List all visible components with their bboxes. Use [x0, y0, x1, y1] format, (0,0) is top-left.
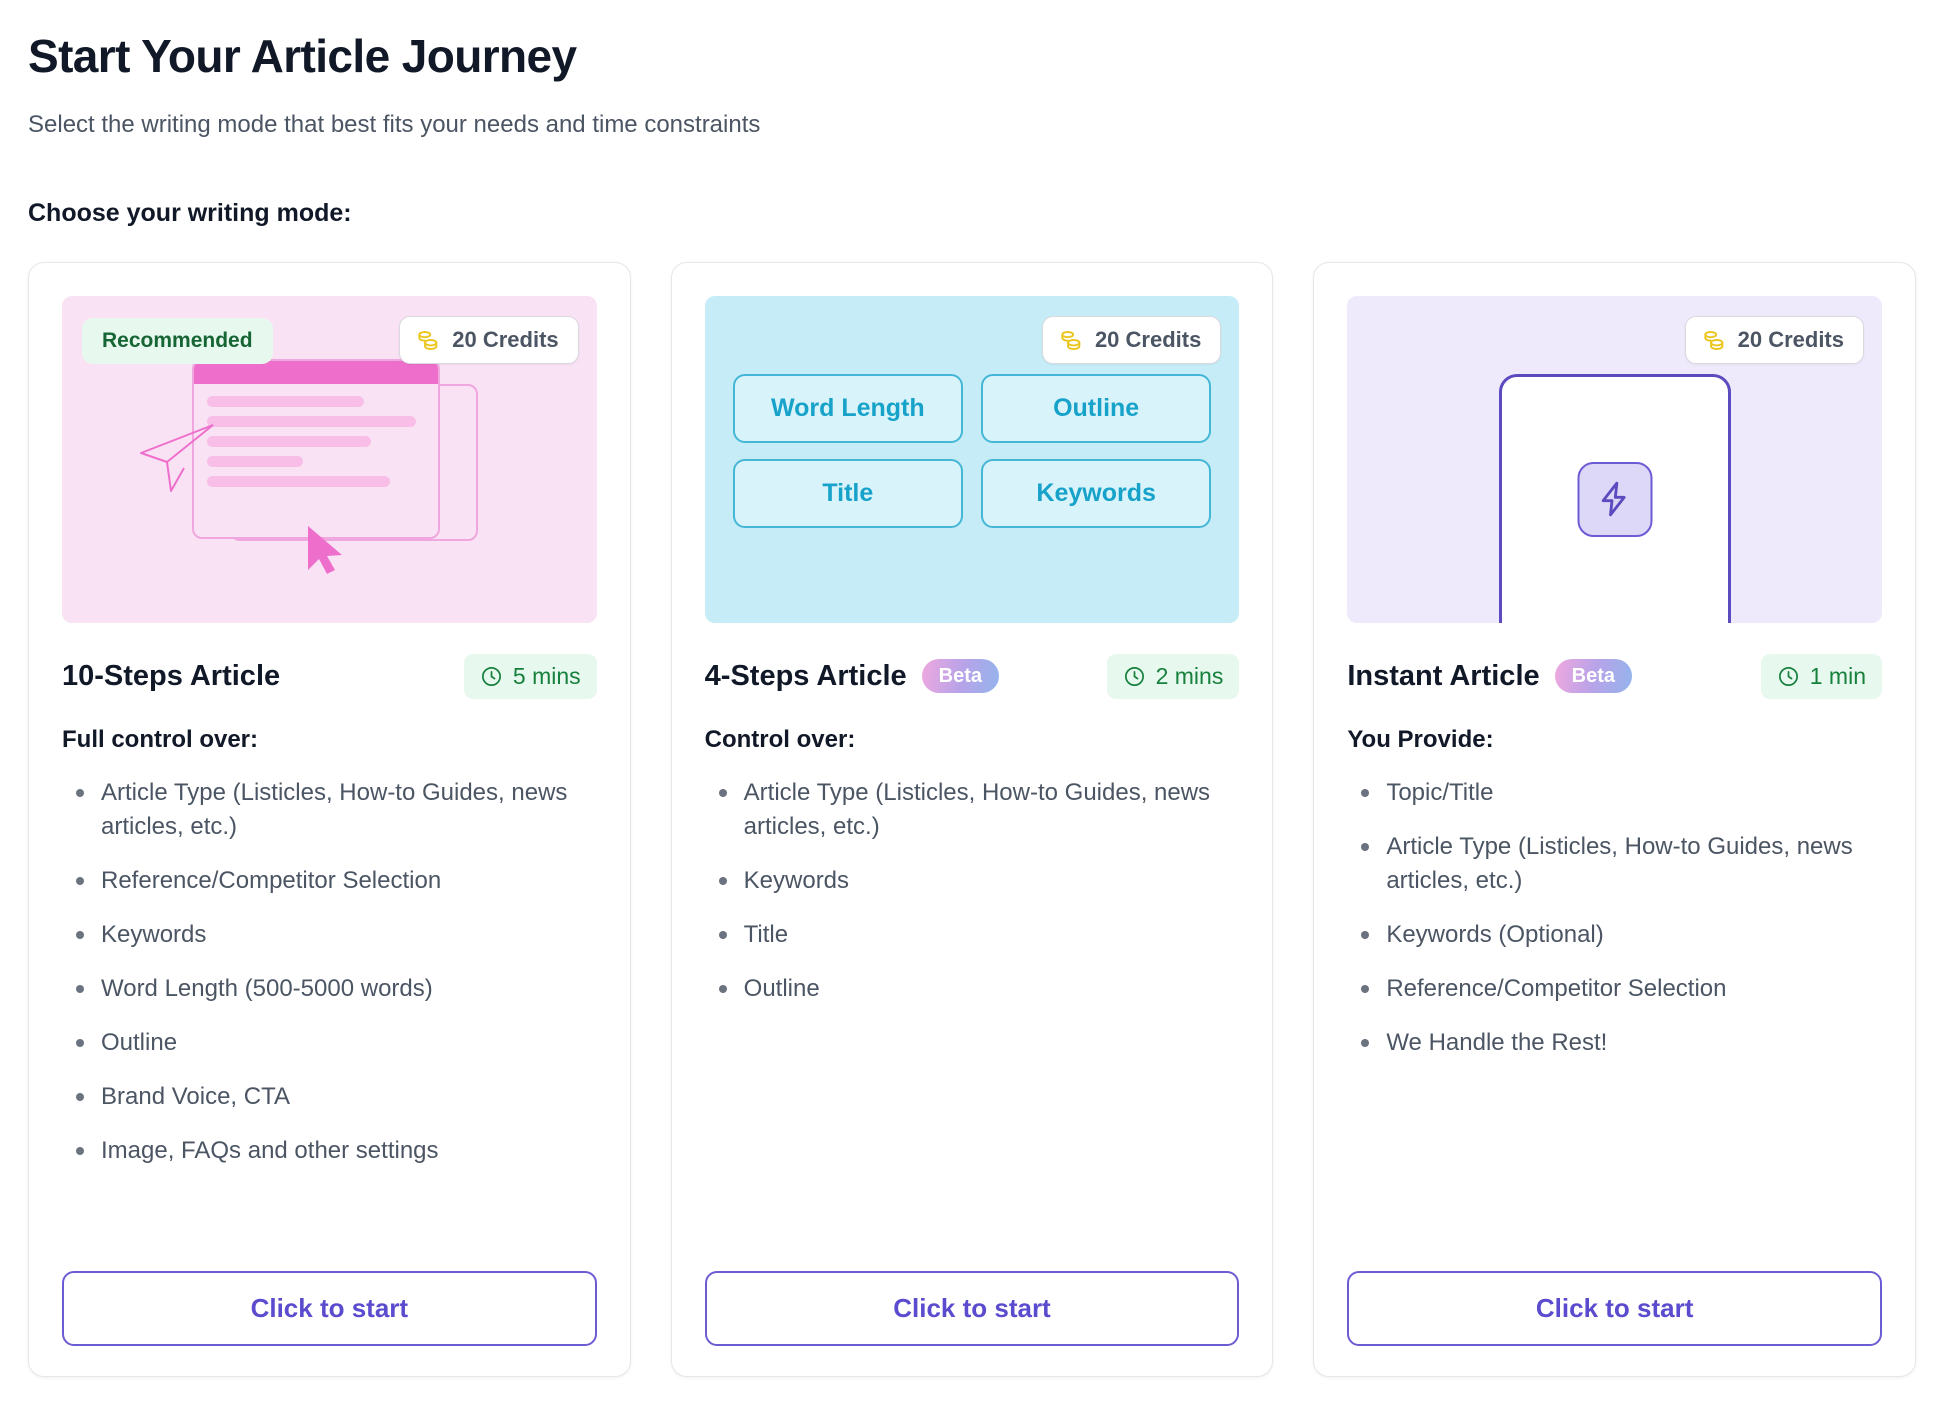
credits-badge: 20 Credits [399, 315, 579, 364]
credits-badge: 20 Credits [1684, 315, 1864, 364]
list-item: Reference/Competitor Selection [62, 864, 597, 898]
recommended-badge: Recommended [82, 317, 273, 364]
list-item: Word Length (500-5000 words) [62, 972, 597, 1006]
list-item: Outline [62, 1026, 597, 1060]
coins-icon [418, 330, 438, 350]
credits-badge: 20 Credits [1041, 315, 1222, 364]
time-badge: 5 mins [463, 653, 597, 699]
beta-badge: Beta [921, 659, 1000, 694]
click-to-start-button[interactable]: Click to start [704, 1270, 1240, 1346]
page-subtitle: Select the writing mode that best fits y… [28, 110, 761, 138]
list-item: Brand Voice, CTA [62, 1080, 597, 1114]
feature-list: Article Type (Listicles, How-to Guides, … [62, 776, 597, 1245]
chip-word-length: Word Length [732, 373, 963, 443]
option-chips-illustration: 20 Credits Word Length Outline Title Key… [704, 295, 1240, 623]
section-label: Choose your writing mode: [28, 198, 352, 227]
chip-title: Title [732, 458, 963, 528]
clock-icon [481, 666, 501, 686]
credits-label: 20 Credits [1094, 326, 1202, 352]
instant-bolt-illustration: 20 Credits [1347, 295, 1882, 623]
mode-card-instant[interactable]: 20 Credits Instant Article Beta 1 min Yo… [1313, 261, 1916, 1377]
time-badge: 2 mins [1106, 653, 1240, 699]
phone-frame [1498, 373, 1731, 623]
list-item: Article Type (Listicles, How-to Guides, … [705, 776, 1240, 844]
mode-card-grid: Recommended 20 Credits 10-Steps Article … [28, 261, 1916, 1377]
writing-mode-selection-page: Start Your Article Journey Select the wr… [0, 0, 1944, 1377]
chip-keywords: Keywords [980, 458, 1212, 528]
credits-label: 20 Credits [452, 326, 559, 352]
lightning-bolt-icon [1601, 482, 1626, 517]
click-to-start-button[interactable]: Click to start [62, 1270, 597, 1346]
coins-icon [1703, 330, 1723, 350]
list-item: Article Type (Listicles, How-to Guides, … [1347, 830, 1882, 898]
list-item: Image, FAQs and other settings [62, 1134, 597, 1168]
list-item: We Handle the Rest! [1347, 1026, 1882, 1060]
cursor-arrow-icon [308, 525, 342, 574]
time-label: 2 mins [1155, 662, 1224, 689]
feature-list: Topic/Title Article Type (Listicles, How… [1347, 776, 1882, 1245]
card-title-row: 4-Steps Article Beta 2 mins [704, 653, 1240, 699]
option-chip-group: Word Length Outline Title Keywords [732, 373, 1212, 528]
list-item: Keywords [62, 918, 597, 952]
time-label: 1 min [1809, 662, 1866, 689]
list-item: Topic/Title [1347, 776, 1882, 810]
credits-label: 20 Credits [1737, 326, 1844, 352]
card-title: 10-Steps Article [62, 659, 281, 692]
list-item: Title [705, 918, 1240, 952]
bolt-tile [1577, 461, 1653, 537]
mode-card-4-steps[interactable]: 20 Credits Word Length Outline Title Key… [670, 261, 1274, 1377]
card-title-row: Instant Article Beta 1 min [1347, 653, 1882, 699]
paper-plane-icon [140, 423, 214, 492]
card-sub-label: You Provide: [1347, 725, 1494, 753]
list-item: Reference/Competitor Selection [1347, 972, 1882, 1006]
chip-outline: Outline [980, 373, 1212, 443]
coins-icon [1061, 330, 1081, 350]
document-header-bar [194, 360, 438, 384]
document-front-sheet [192, 358, 440, 539]
feature-list: Article Type (Listicles, How-to Guides, … [705, 776, 1240, 1245]
card-sub-label: Control over: [704, 725, 856, 753]
document-editor-illustration: Recommended 20 Credits [62, 295, 597, 623]
list-item: Article Type (Listicles, How-to Guides, … [62, 776, 597, 844]
time-label: 5 mins [512, 662, 581, 689]
card-title-row: 10-Steps Article 5 mins [62, 653, 597, 699]
clock-icon [1778, 666, 1798, 686]
mode-card-10-steps[interactable]: Recommended 20 Credits 10-Steps Article … [28, 261, 631, 1377]
card-title: 4-Steps Article [704, 659, 907, 692]
beta-badge: Beta [1554, 659, 1632, 694]
list-item: Keywords [705, 864, 1240, 898]
click-to-start-button[interactable]: Click to start [1347, 1270, 1882, 1346]
page-title: Start Your Article Journey [28, 30, 577, 82]
list-item: Keywords (Optional) [1347, 918, 1882, 952]
time-badge: 1 min [1760, 653, 1882, 699]
card-sub-label: Full control over: [62, 725, 259, 753]
clock-icon [1124, 666, 1144, 686]
list-item: Outline [705, 972, 1240, 1006]
document-text-lines [194, 384, 438, 508]
card-title: Instant Article [1347, 659, 1540, 692]
